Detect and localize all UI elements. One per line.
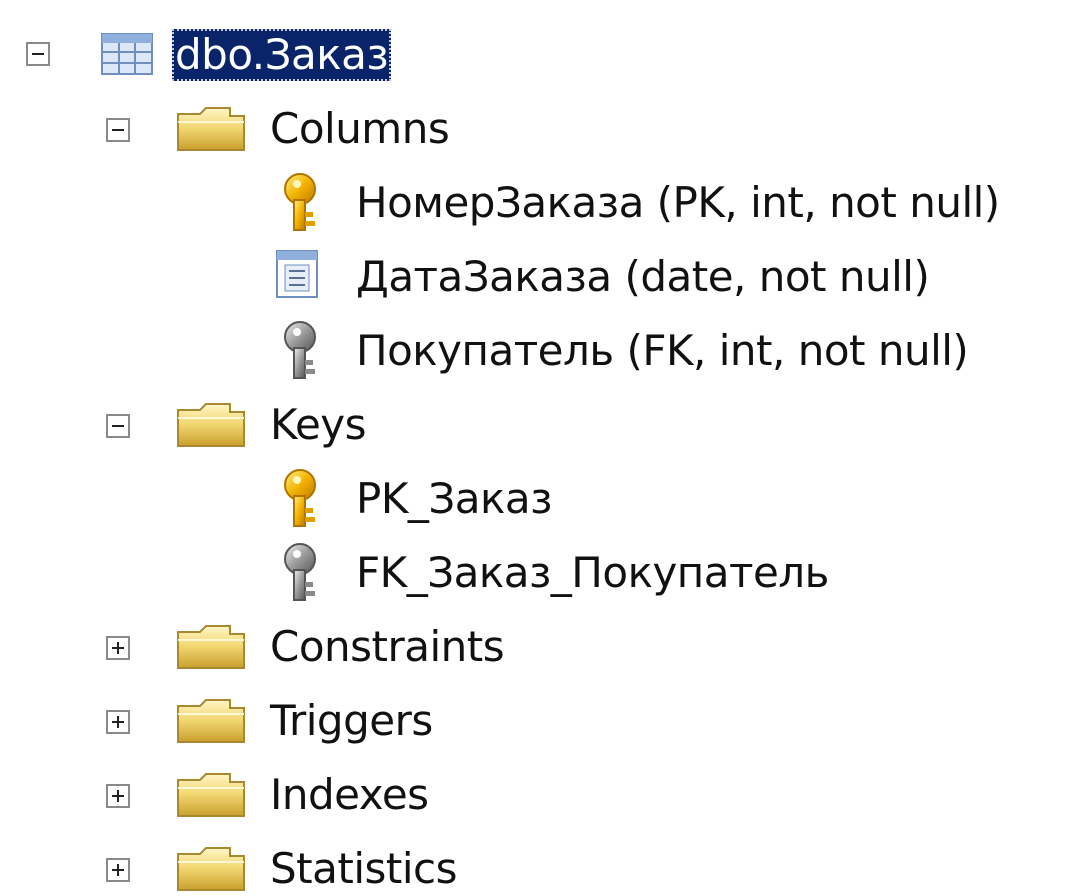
- table-icon: [100, 32, 154, 80]
- expand-toggle[interactable]: [106, 636, 130, 660]
- tree-node-columns[interactable]: Columns: [0, 94, 480, 164]
- folder-icon: [176, 402, 246, 452]
- collapse-toggle[interactable]: [26, 42, 50, 66]
- primary-key-icon: [276, 468, 330, 534]
- foreign-key-icon: [276, 320, 330, 386]
- expand-toggle[interactable]: [106, 710, 130, 734]
- object-explorer-tree: dbo.Заказ Columns НомерЗаказа (PK, int, …: [0, 0, 1065, 895]
- expand-toggle[interactable]: [106, 784, 130, 808]
- column-label[interactable]: ДатаЗаказа (date, not null): [356, 251, 930, 303]
- folder-icon: [176, 624, 246, 674]
- folder-icon: [176, 698, 246, 748]
- tree-node-statistics[interactable]: Statistics: [0, 834, 500, 895]
- folder-label[interactable]: Keys: [270, 399, 367, 451]
- column-item[interactable]: НомерЗаказа (PK, int, not null): [0, 168, 1065, 238]
- column-label[interactable]: НомерЗаказа (PK, int, not null): [356, 177, 1000, 229]
- tree-node-table[interactable]: dbo.Заказ: [0, 20, 450, 90]
- folder-label[interactable]: Constraints: [270, 621, 505, 673]
- folder-icon: [176, 106, 246, 156]
- key-label[interactable]: PK_Заказ: [356, 473, 552, 525]
- foreign-key-icon: [276, 542, 330, 608]
- tree-node-keys[interactable]: Keys: [0, 390, 400, 460]
- expand-toggle[interactable]: [106, 858, 130, 882]
- key-item[interactable]: PK_Заказ: [0, 464, 620, 534]
- key-item[interactable]: FK_Заказ_Покупатель: [0, 538, 900, 608]
- table-label[interactable]: dbo.Заказ: [172, 29, 392, 81]
- folder-label[interactable]: Indexes: [270, 769, 429, 821]
- primary-key-icon: [276, 172, 330, 238]
- folder-icon: [176, 772, 246, 822]
- folder-icon: [176, 846, 246, 896]
- tree-node-triggers[interactable]: Triggers: [0, 686, 500, 756]
- tree-node-constraints[interactable]: Constraints: [0, 612, 560, 682]
- column-label[interactable]: Покупатель (FK, int, not null): [356, 325, 969, 377]
- column-icon: [274, 248, 324, 306]
- collapse-toggle[interactable]: [106, 118, 130, 142]
- folder-label[interactable]: Statistics: [270, 843, 458, 895]
- tree-node-indexes[interactable]: Indexes: [0, 760, 500, 830]
- key-label[interactable]: FK_Заказ_Покупатель: [356, 547, 829, 599]
- folder-label[interactable]: Columns: [270, 103, 450, 155]
- folder-label[interactable]: Triggers: [270, 695, 433, 747]
- collapse-toggle[interactable]: [106, 414, 130, 438]
- column-item[interactable]: ДатаЗаказа (date, not null): [0, 242, 1000, 312]
- column-item[interactable]: Покупатель (FK, int, not null): [0, 316, 1060, 386]
